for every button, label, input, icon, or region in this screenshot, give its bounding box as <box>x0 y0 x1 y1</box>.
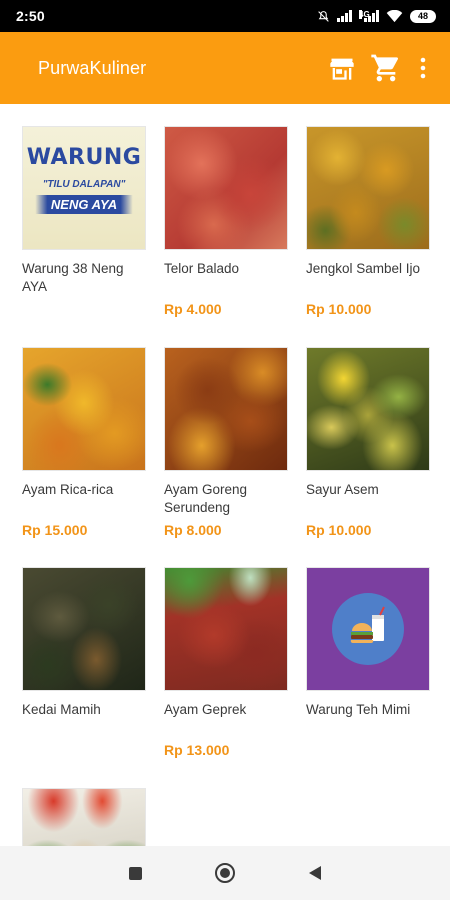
menu-item[interactable]: Telor Balado Rp 4.000 <box>164 126 288 317</box>
teh-mimi-image <box>306 567 430 691</box>
menu-item[interactable]: Jengkol Sambel Ijo Rp 10.000 <box>306 126 430 317</box>
menu-item[interactable]: Kedai Mamih <box>22 567 146 719</box>
more-vert-icon <box>420 57 426 79</box>
menu-item[interactable]: Sayur Asem Rp 10.000 <box>306 347 430 538</box>
food-image <box>164 567 288 691</box>
recents-square-icon <box>128 866 142 880</box>
food-image <box>22 567 146 691</box>
banner-title: WARUNG <box>26 145 142 170</box>
menu-item[interactable]: WARUNG "TILU DALAPAN" NENG AYA Warung 38… <box>22 126 146 296</box>
food-image <box>22 788 146 846</box>
app-title: PurwaKuliner <box>38 57 147 78</box>
burger-drink-icon <box>332 593 404 665</box>
item-name: Ayam Goreng Serundeng <box>164 482 248 515</box>
app-bar: PurwaKuliner <box>0 32 450 104</box>
recents-button[interactable] <box>115 853 155 893</box>
menu-item[interactable]: Ayam Goreng Serundeng Rp 8.000 <box>164 347 288 538</box>
wifi-icon <box>386 9 403 22</box>
item-price: Rp 10.000 <box>306 522 372 538</box>
menu-grid: WARUNG "TILU DALAPAN" NENG AYA Warung 38… <box>0 104 450 846</box>
item-name: Ayam Geprek <box>164 702 247 717</box>
signal-strength-icon: 4G <box>359 10 379 22</box>
item-name: Kedai Mamih <box>22 702 101 717</box>
battery-icon: 48 <box>410 9 436 23</box>
home-circle-icon <box>215 863 235 883</box>
more-options-button[interactable] <box>408 46 438 90</box>
item-price: Rp 10.000 <box>306 301 372 317</box>
item-name: Ayam Rica-rica <box>22 482 114 497</box>
back-button[interactable] <box>295 853 335 893</box>
item-name: Warung Teh Mimi <box>306 702 411 717</box>
menu-item[interactable]: Ayam Geprek Rp 13.000 <box>164 567 288 758</box>
item-price: Rp 15.000 <box>22 522 88 538</box>
menu-item[interactable] <box>22 788 146 846</box>
back-triangle-icon <box>309 866 321 880</box>
food-image <box>306 126 430 250</box>
banner-name: NENG AYA <box>23 195 145 214</box>
banner-subtitle: "TILU DALAPAN" <box>42 179 126 190</box>
item-price: Rp 13.000 <box>164 742 230 758</box>
cart-button[interactable] <box>364 46 408 90</box>
food-image <box>164 126 288 250</box>
menu-item[interactable]: Warung Teh Mimi <box>306 567 430 719</box>
signal-strength-icon <box>337 10 352 22</box>
item-name: Sayur Asem <box>306 482 379 497</box>
home-button[interactable] <box>205 853 245 893</box>
system-nav-bar <box>0 846 450 900</box>
food-image <box>22 347 146 471</box>
food-image <box>306 347 430 471</box>
battery-level: 48 <box>410 9 436 23</box>
cart-icon <box>371 54 399 82</box>
item-name: Telor Balado <box>164 261 240 276</box>
status-time: 2:50 <box>16 8 45 24</box>
menu-item[interactable]: Ayam Rica-rica Rp 15.000 <box>22 347 146 538</box>
item-price: Rp 4.000 <box>164 301 222 317</box>
item-name: Jengkol Sambel Ijo <box>306 261 421 276</box>
status-icons: 4G 48 <box>317 9 436 23</box>
item-price: Rp 8.000 <box>164 522 222 538</box>
status-bar: 2:50 4G 48 <box>0 0 450 32</box>
mute-icon <box>318 10 329 22</box>
store-icon <box>330 58 354 80</box>
item-name: Warung 38 Neng AYA <box>22 261 124 294</box>
store-button[interactable] <box>320 46 364 90</box>
warung-banner-image: WARUNG "TILU DALAPAN" NENG AYA <box>22 126 146 250</box>
food-image <box>164 347 288 471</box>
